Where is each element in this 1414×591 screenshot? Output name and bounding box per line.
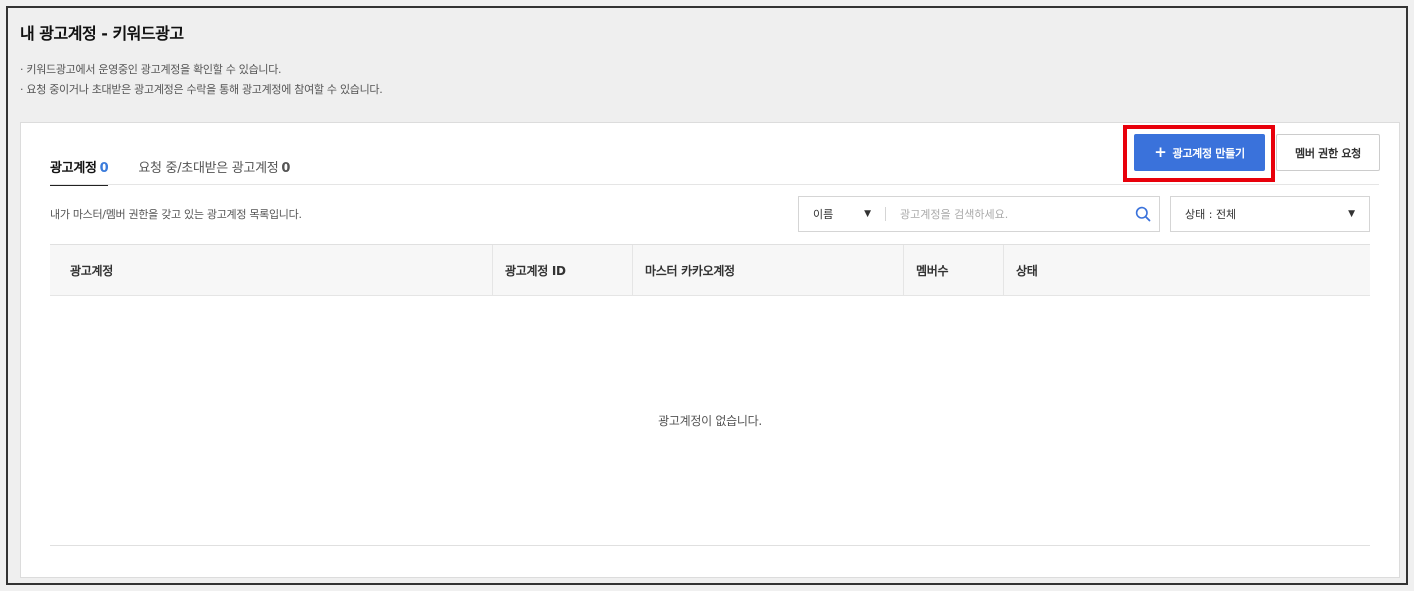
tab-bar: 광고계정 0 요청 중/초대받은 광고계정 0 — [50, 157, 290, 186]
column-header-status: 상태 — [1016, 263, 1038, 278]
notice-text: · 요청 중이거나 초대받은 광고계정은 수락을 통해 광고계정에 참여할 수 … — [20, 83, 383, 96]
ad-account-table: 광고계정 광고계정 ID 마스터 카카오계정 멤버수 상태 광고계정이 없습니다… — [50, 244, 1370, 546]
tab-count: 0 — [281, 161, 291, 176]
plus-icon: + — [1154, 143, 1167, 161]
table-header: 광고계정 광고계정 ID 마스터 카카오계정 멤버수 상태 — [50, 244, 1370, 296]
column-header-ad-account-id: 광고계정 ID — [493, 245, 633, 295]
page-title: 내 광고계정 - 키워드광고 — [20, 24, 184, 43]
search-input[interactable] — [886, 197, 1127, 231]
search-field-value: 이름 — [813, 208, 834, 221]
tab-count: 0 — [99, 161, 109, 176]
column-header-ad-account: 광고계정 — [50, 245, 493, 295]
tab-label: 광고계정 — [50, 161, 97, 176]
create-ad-account-button[interactable]: + 광고계정 만들기 — [1134, 134, 1265, 171]
search-field-select[interactable]: 이름 ▼ — [799, 197, 885, 231]
caret-down-icon: ▼ — [1348, 209, 1355, 219]
create-button-label: 광고계정 만들기 — [1172, 146, 1246, 160]
list-description: 내가 마스터/멤버 권한을 갖고 있는 광고계정 목록입니다. — [50, 208, 302, 221]
caret-down-icon: ▼ — [864, 209, 871, 219]
column-header-master-kakao-account: 마스터 카카오계정 — [633, 245, 904, 295]
tab-divider — [50, 184, 1379, 185]
status-filter-select[interactable]: 상태 : 전체 ▼ — [1170, 196, 1370, 232]
search-icon[interactable] — [1127, 197, 1159, 231]
ad-account-card: 광고계정 0 요청 중/초대받은 광고계정 0 + 광고계정 만들기 멤버 권한 요… — [20, 122, 1400, 578]
tab-label: 요청 중/초대받은 광고계정 — [138, 161, 279, 176]
tab-requested-invited[interactable]: 요청 중/초대받은 광고계정 0 — [138, 157, 290, 186]
notice-text: · 키워드광고에서 운영중인 광고계정을 확인할 수 있습니다. — [20, 63, 282, 76]
search-box: 이름 ▼ — [798, 196, 1160, 232]
column-header-member-count: 멤버수 — [904, 245, 1004, 295]
main-frame: 내 광고계정 - 키워드광고 · 키워드광고에서 운영중인 광고계정을 확인할 … — [6, 6, 1408, 585]
status-filter-value: 상태 : 전체 — [1185, 208, 1237, 221]
tab-ad-accounts[interactable]: 광고계정 0 — [50, 157, 109, 186]
member-request-button[interactable]: 멤버 권한 요청 — [1276, 134, 1380, 171]
empty-state-message: 광고계정이 없습니다. — [50, 296, 1370, 546]
